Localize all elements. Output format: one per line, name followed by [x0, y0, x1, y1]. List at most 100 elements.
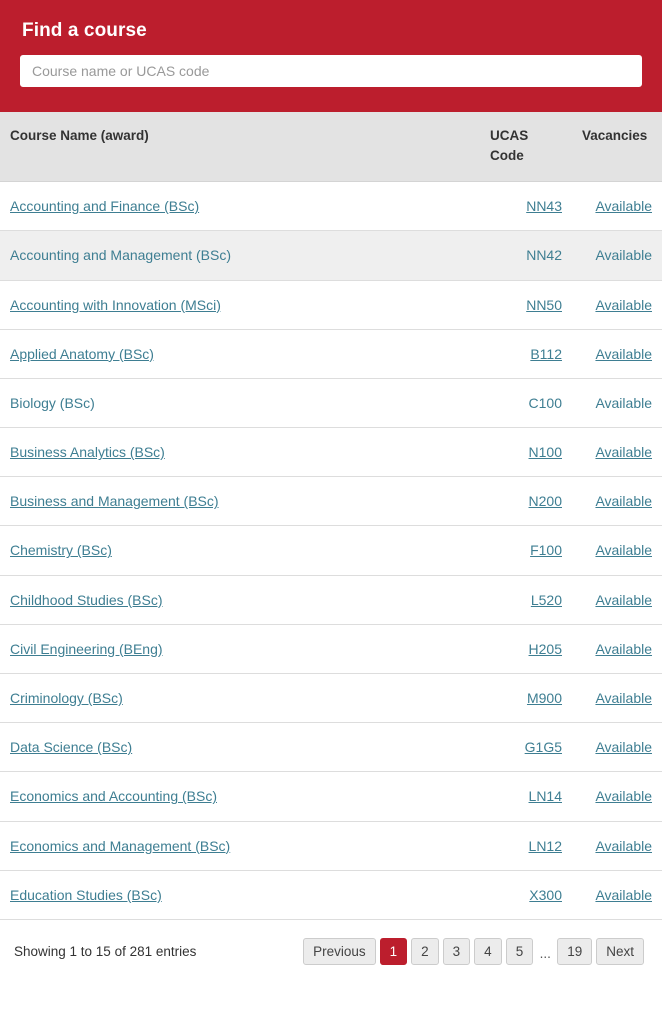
- ucas-code-link[interactable]: L520: [531, 592, 562, 608]
- ucas-code-link[interactable]: N100: [529, 444, 562, 460]
- course-name-link[interactable]: Accounting and Management (BSc): [10, 247, 231, 263]
- course-name-cell: Applied Anatomy (BSc): [0, 329, 480, 379]
- vacancies-link[interactable]: Available: [595, 690, 652, 706]
- vacancies-cell: Available: [572, 624, 662, 675]
- course-name-cell: Civil Engineering (BEng): [0, 624, 480, 675]
- table-row[interactable]: Business and Management (BSc) N200 Availab…: [0, 476, 662, 527]
- ucas-code-cell: N100: [480, 427, 572, 478]
- vacancies-link[interactable]: Available: [595, 542, 652, 558]
- table-row[interactable]: Accounting and Finance (BSc) NN43 Availabl…: [0, 181, 662, 232]
- ucas-code-link[interactable]: N200: [529, 493, 562, 509]
- pagination-ellipsis: ...: [539, 945, 551, 961]
- pagination-page-last[interactable]: 19: [557, 937, 593, 965]
- vacancies-link[interactable]: Available: [595, 444, 652, 460]
- ucas-code-link[interactable]: F100: [530, 542, 562, 558]
- course-name-link[interactable]: Education Studies (BSc): [10, 887, 162, 903]
- course-name-link[interactable]: Business and Management (BSc): [10, 493, 219, 509]
- ucas-code-cell: NN42: [480, 230, 572, 281]
- table-row[interactable]: Civil Engineering (BEng) H205 Available: [0, 624, 662, 675]
- ucas-code-link[interactable]: M900: [527, 690, 562, 706]
- course-name-cell: Chemistry (BSc): [0, 525, 480, 576]
- table-footer: Showing 1 to 15 of 281 entries Previous 1…: [0, 920, 662, 965]
- course-name-link[interactable]: Business Analytics (BSc): [10, 444, 165, 460]
- pagination-page-5[interactable]: 5: [505, 937, 534, 965]
- vacancies-link[interactable]: Available: [595, 297, 652, 313]
- table-row[interactable]: Chemistry (BSc) F100 Available: [0, 525, 662, 576]
- course-name-cell: Data Science (BSc): [0, 722, 480, 773]
- vacancies-link[interactable]: Available: [595, 739, 652, 755]
- search-input[interactable]: [20, 55, 642, 87]
- vacancies-link[interactable]: Available: [595, 592, 652, 608]
- table-row[interactable]: Accounting and Management (BSc) NN42 Avail…: [0, 230, 662, 281]
- pagination-page-2[interactable]: 2: [411, 937, 439, 965]
- vacancies-link[interactable]: Available: [595, 247, 652, 263]
- ucas-code-link[interactable]: X300: [529, 887, 562, 903]
- course-name-link[interactable]: Biology (BSc): [10, 395, 95, 411]
- vacancies-link[interactable]: Available: [595, 887, 652, 903]
- table-row[interactable]: Economics and Management (BSc) LN12 Availa…: [0, 821, 662, 871]
- course-name-link[interactable]: Data Science (BSc): [10, 739, 132, 755]
- table-row[interactable]: Education Studies (BSc) X300 Available: [0, 870, 662, 920]
- find-a-course-banner: Find a course: [0, 0, 662, 112]
- vacancies-cell: Available: [572, 771, 662, 822]
- pagination-next-button[interactable]: Next: [596, 937, 644, 965]
- course-name-cell: Business Analytics (BSc): [0, 427, 480, 478]
- pagination-previous-button[interactable]: Previous: [303, 937, 376, 965]
- vacancies-cell: Available: [572, 181, 662, 232]
- course-name-link[interactable]: Accounting and Finance (BSc): [10, 198, 199, 214]
- pagination: Previous 1 2 3 4 5... 19 Next: [303, 937, 644, 965]
- table-header: Course Name (award) UCAS Code Vacancies: [0, 112, 662, 183]
- course-name-link[interactable]: Economics and Management (BSc): [10, 838, 230, 854]
- course-name-cell: Accounting with Innovation (MSci): [0, 280, 480, 330]
- ucas-code-link[interactable]: NN43: [526, 198, 562, 214]
- vacancies-link[interactable]: Available: [595, 838, 652, 854]
- table-row[interactable]: Accounting with Innovation (MSci) NN50 Ava…: [0, 280, 662, 330]
- ucas-code-cell: M900: [480, 673, 572, 724]
- ucas-code-link[interactable]: H205: [529, 641, 562, 657]
- ucas-code-link[interactable]: C100: [529, 395, 562, 411]
- vacancies-link[interactable]: Available: [595, 641, 652, 657]
- ucas-code-link[interactable]: G1G5: [525, 739, 562, 755]
- column-header-course-name[interactable]: Course Name (award): [0, 112, 480, 183]
- vacancies-cell: Available: [572, 427, 662, 478]
- table-row[interactable]: Business Analytics (BSc) N100 Available: [0, 427, 662, 478]
- table-row[interactable]: Economics and Accounting (BSc) LN14 Availa…: [0, 771, 662, 822]
- ucas-code-link[interactable]: LN12: [529, 838, 562, 854]
- ucas-code-link[interactable]: NN50: [526, 297, 562, 313]
- course-name-link[interactable]: Childhood Studies (BSc): [10, 592, 163, 608]
- course-name-cell: Criminology (BSc): [0, 673, 480, 724]
- vacancies-link[interactable]: Available: [595, 788, 652, 804]
- vacancies-link[interactable]: Available: [595, 395, 652, 411]
- table-row[interactable]: Criminology (BSc) M900 Available: [0, 673, 662, 724]
- ucas-code-link[interactable]: NN42: [526, 247, 562, 263]
- course-name-link[interactable]: Civil Engineering (BEng): [10, 641, 163, 657]
- pagination-page-1[interactable]: 1: [379, 937, 408, 965]
- course-name-link[interactable]: Criminology (BSc): [10, 690, 123, 706]
- table-body: Accounting and Finance (BSc) NN43 Availabl…: [0, 181, 662, 920]
- vacancies-cell: Available: [572, 575, 662, 625]
- page-title: Find a course: [22, 20, 147, 41]
- vacancies-link[interactable]: Available: [595, 493, 652, 509]
- vacancies-cell: Available: [572, 476, 662, 527]
- ucas-code-link[interactable]: B112: [530, 346, 562, 362]
- pagination-page-3[interactable]: 3: [442, 937, 471, 965]
- vacancies-link[interactable]: Available: [595, 346, 652, 362]
- pagination-page-4[interactable]: 4: [474, 937, 502, 965]
- table-row[interactable]: Childhood Studies (BSc) L520 Available: [0, 575, 662, 625]
- course-name-link[interactable]: Applied Anatomy (BSc): [10, 346, 154, 362]
- column-header-vacancies[interactable]: Vacancies: [572, 112, 662, 183]
- table-row[interactable]: Biology (BSc) C100 Available: [0, 378, 662, 429]
- table-row[interactable]: Data Science (BSc) G1G5 Available: [0, 722, 662, 773]
- table-row[interactable]: Applied Anatomy (BSc) B112 Available: [0, 329, 662, 379]
- vacancies-cell: Available: [572, 280, 662, 330]
- vacancies-link[interactable]: Available: [595, 198, 652, 214]
- course-name-link[interactable]: Chemistry (BSc): [10, 542, 112, 558]
- ucas-code-cell: NN50: [480, 280, 572, 330]
- ucas-code-link[interactable]: LN14: [529, 788, 562, 804]
- ucas-code-cell: H205: [480, 624, 572, 675]
- ucas-code-cell: LN14: [480, 771, 572, 822]
- course-name-link[interactable]: Accounting with Innovation (MSci): [10, 297, 221, 313]
- column-header-ucas-code[interactable]: UCAS Code: [480, 112, 572, 183]
- course-name-link[interactable]: Economics and Accounting (BSc): [10, 788, 217, 804]
- vacancies-cell: Available: [572, 378, 662, 429]
